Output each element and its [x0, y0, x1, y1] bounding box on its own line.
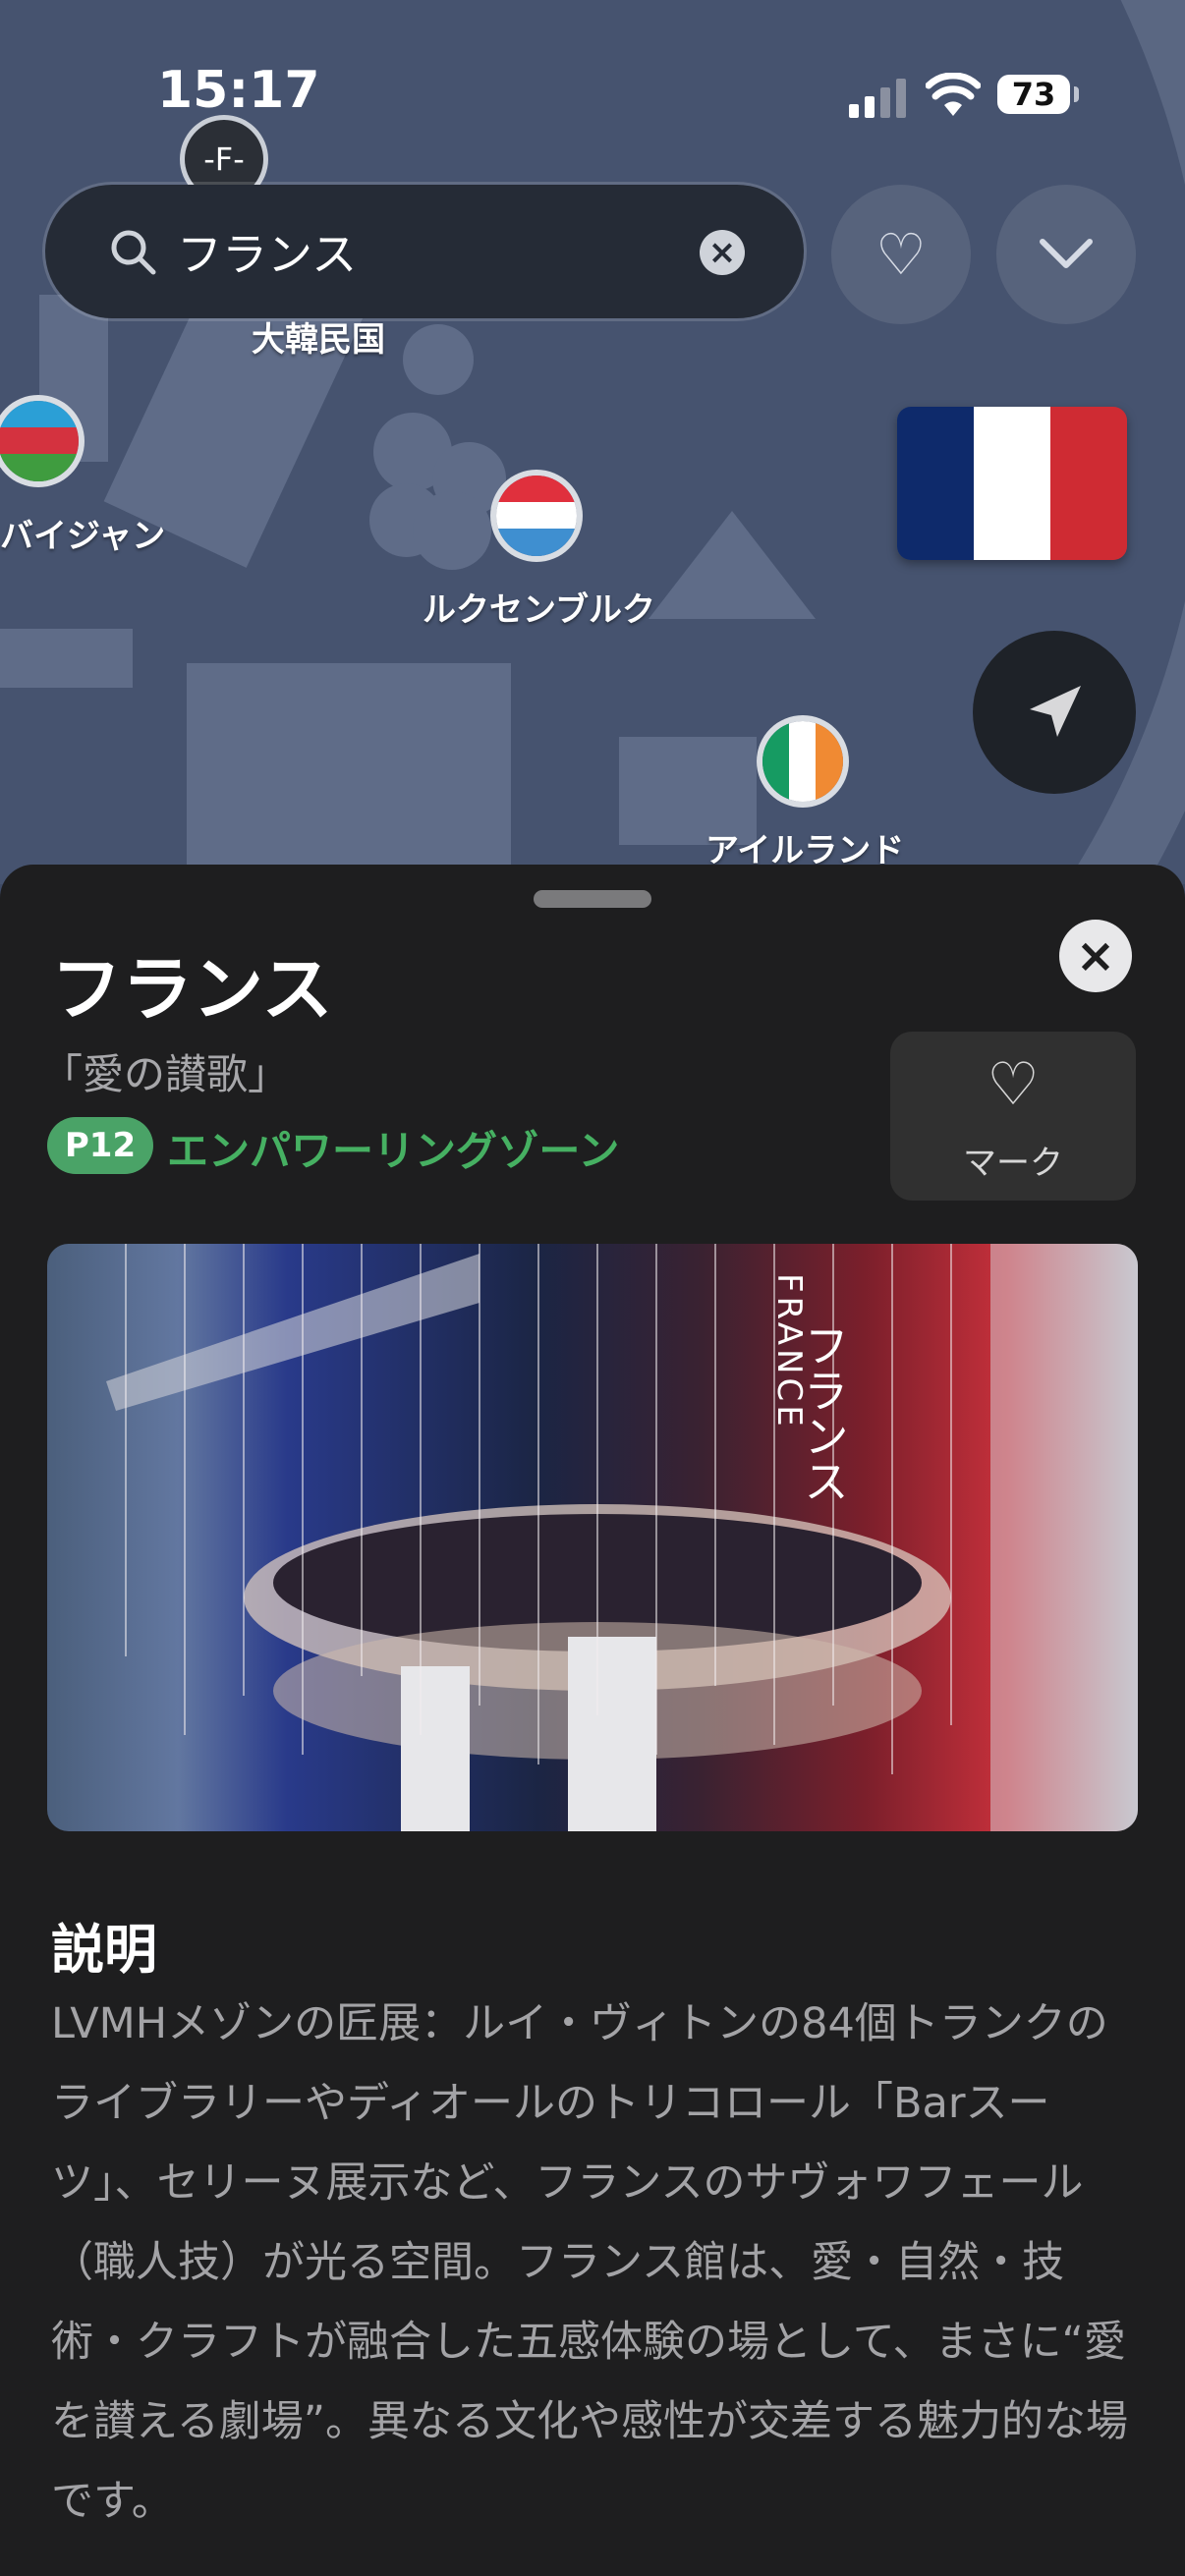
marker-label-korea: 大韓民国	[252, 320, 385, 360]
map-building	[0, 629, 133, 688]
signal-icon	[849, 79, 906, 118]
search-bar[interactable]: フランス ×	[45, 185, 804, 318]
mark-label: マーク	[963, 1144, 1063, 1183]
flag-stripe-white	[974, 407, 1050, 560]
detail-sheet: フランス × 「愛の讃歌」 P12 エンパワーリングゾーン ♡ マーク フランス…	[0, 865, 1185, 2576]
search-input[interactable]: フランス	[177, 219, 357, 284]
map-building	[187, 663, 511, 884]
search-icon	[111, 230, 156, 275]
chevron-down-icon	[1040, 239, 1093, 268]
azerbaijan-flag-icon[interactable]	[0, 401, 79, 481]
expand-button[interactable]	[996, 185, 1136, 324]
marker-label-luxembourg: ルクセンブルク	[423, 590, 655, 630]
description-heading: 説明	[51, 1919, 157, 1981]
location-arrow-icon	[1030, 686, 1081, 737]
pavilion-illustration: フランス FRANCE	[106, 1244, 1138, 1831]
pavilion-title: フランス	[51, 948, 333, 1031]
wifi-icon	[926, 73, 981, 116]
france-flag-icon	[897, 407, 1127, 560]
battery-indicator: 73	[997, 75, 1079, 114]
heart-icon: ♡	[987, 1050, 1040, 1119]
luxembourg-flag-icon[interactable]	[496, 476, 577, 556]
mark-button[interactable]: ♡ マーク	[890, 1032, 1136, 1201]
favorites-button[interactable]: ♡	[831, 185, 971, 324]
description-text: LVMHメゾンの匠展：ルイ・ヴィトンの84個トランクのライブラリーやディオールの…	[51, 1999, 1128, 2526]
zone-name[interactable]: エンパワーリングゾーン	[167, 1118, 619, 1178]
close-button[interactable]: ×	[1059, 920, 1132, 992]
map-building	[403, 324, 474, 395]
flag-stripe-red	[1050, 407, 1127, 560]
status-time: 15:17	[157, 61, 320, 120]
sheet-handle[interactable]	[534, 890, 651, 908]
ireland-flag-icon[interactable]	[762, 721, 843, 802]
status-bar: 15:17 73	[0, 0, 1185, 187]
pavilion-subtitle: 「愛の讃歌」	[41, 1050, 290, 1098]
heart-icon: ♡	[875, 221, 927, 288]
svg-text:FRANCE: FRANCE	[769, 1273, 809, 1430]
marker-label-azerbaijan: バイジャン	[0, 517, 166, 556]
zone-badge: P12	[47, 1117, 153, 1174]
pavilion-photo: フランス FRANCE	[47, 1244, 1138, 1831]
flag-stripe-blue	[897, 407, 974, 560]
clear-search-button[interactable]: ×	[700, 230, 745, 275]
map-building	[413, 491, 491, 570]
locate-button[interactable]	[973, 631, 1136, 794]
